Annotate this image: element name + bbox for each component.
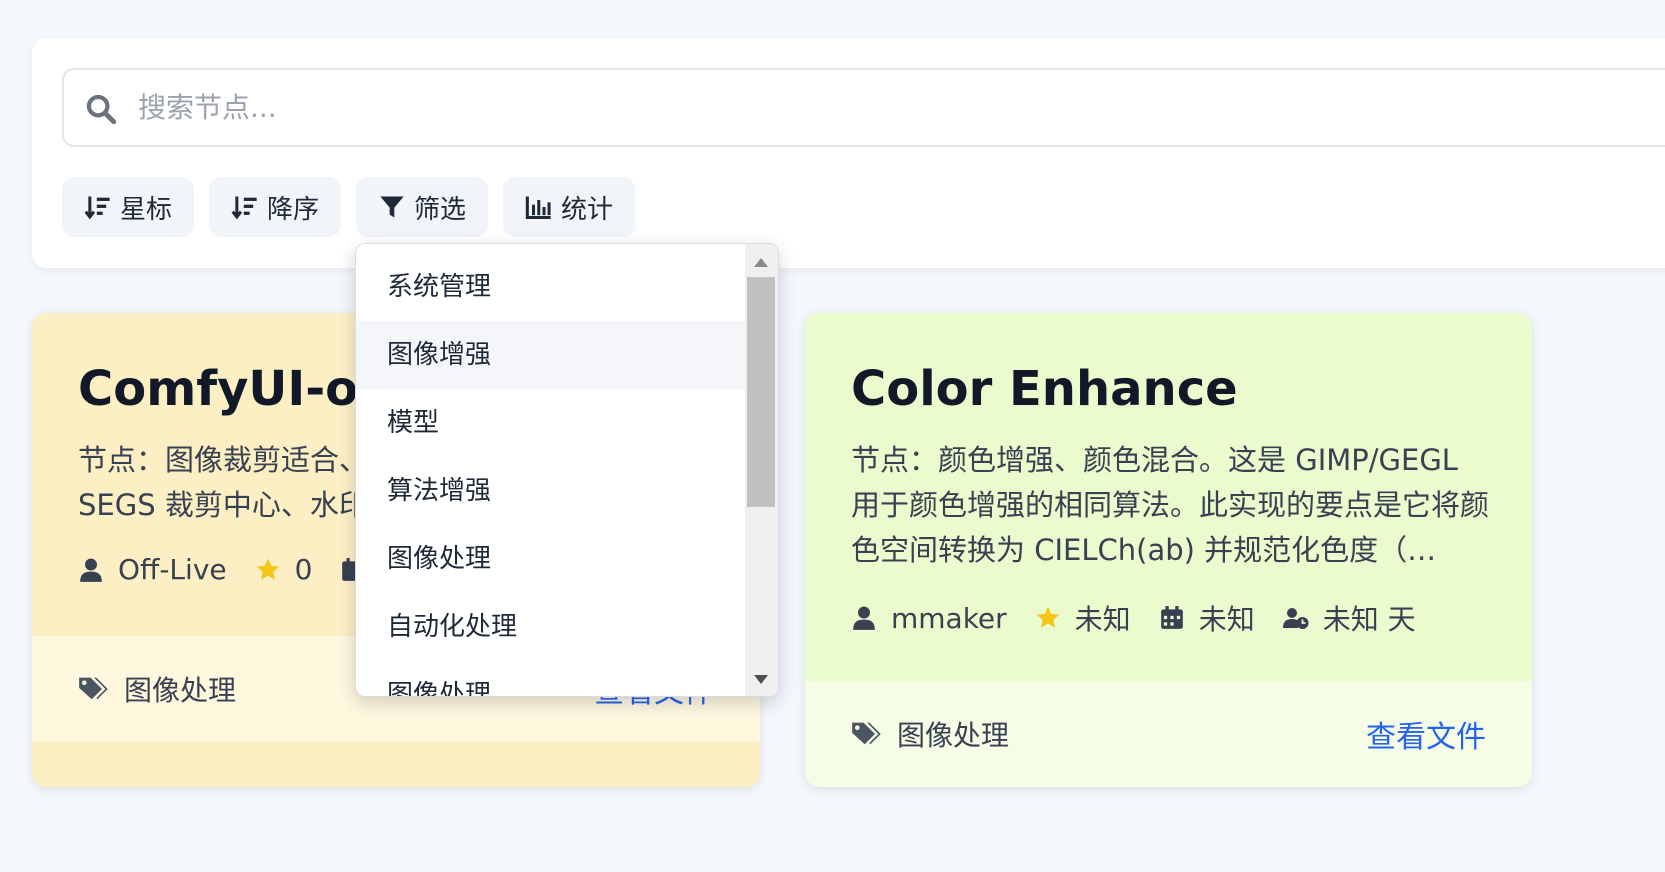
chart-icon [525, 196, 551, 220]
tag-label: 图像处理 [124, 674, 237, 707]
filter-label: 筛选 [413, 194, 466, 225]
user-clock-icon [1282, 608, 1309, 629]
dropdown-scrollbar[interactable] [745, 244, 778, 696]
filter-option[interactable]: 图像处理 [356, 525, 746, 593]
star-count-value: 0 [294, 553, 313, 586]
scroll-up-icon[interactable] [754, 258, 768, 267]
filter-option[interactable]: 自动化处理 [356, 593, 746, 661]
star-count: 未知 [1035, 598, 1131, 638]
card-title: ComfyUI-off [78, 361, 398, 417]
filter-button[interactable]: 筛选 [356, 177, 488, 237]
node-card[interactable]: Color Enhance 节点：颜色增强、颜色混合。这是 GIMP/GEGL … [805, 313, 1532, 787]
updated-date: 未知 [1159, 598, 1255, 638]
card-tag: 图像处理 [851, 714, 1009, 754]
stats-button[interactable]: 统计 [503, 177, 635, 237]
tags-icon [852, 722, 881, 745]
filter-option[interactable]: 系统管理 [356, 253, 746, 321]
author-name: mmaker [891, 601, 1007, 635]
card-description: 节点：颜色增强、颜色混合。这是 GIMP/GEGL 用于颜色增强的相同算法。此实… [851, 443, 1490, 567]
author: Off-Live [78, 553, 227, 586]
tags-icon [79, 677, 108, 700]
filter-option-selected[interactable]: 图像增强 [356, 321, 746, 389]
search-box[interactable] [62, 68, 1665, 147]
card-tag: 图像处理 [78, 669, 236, 709]
age: 未知 天 [1282, 598, 1416, 638]
star-count-value: 未知 [1074, 603, 1131, 636]
author: mmaker [851, 602, 1007, 635]
search-input[interactable] [138, 70, 1538, 145]
card-footer: 图像处理 查看文件 [805, 681, 1532, 787]
sort-icon [231, 196, 257, 220]
sort-order-button[interactable]: 降序 [209, 177, 341, 237]
sort-by-star-label: 星标 [119, 194, 172, 225]
calendar-icon [1160, 606, 1183, 629]
star-icon [256, 558, 279, 580]
scrollbar-thumb[interactable] [747, 277, 775, 507]
tag-label: 图像处理 [897, 719, 1010, 752]
age-value: 未知 天 [1322, 603, 1416, 636]
filter-option-list: 系统管理 图像增强 模型 算法增强 图像处理 自动化处理 图像处理 [356, 253, 746, 696]
search-icon [86, 94, 117, 125]
star-icon [1036, 606, 1059, 628]
filter-option[interactable]: 模型 [356, 389, 746, 457]
sort-by-star-button[interactable]: 星标 [62, 177, 194, 237]
filter-option[interactable]: 图像处理 [356, 661, 746, 696]
filter-dropdown[interactable]: 系统管理 图像增强 模型 算法增强 图像处理 自动化处理 图像处理 [355, 243, 779, 697]
search-toolbar-panel: 星标 降序 筛选 统计 [32, 38, 1665, 268]
card-meta: Off-Live 0 [78, 553, 394, 586]
author-name: Off-Live [118, 553, 227, 586]
sort-icon [84, 196, 110, 220]
card-title: Color Enhance [851, 361, 1238, 417]
filter-option[interactable]: 算法增强 [356, 457, 746, 525]
sort-order-label: 降序 [266, 194, 319, 225]
star-count: 0 [255, 553, 313, 586]
filter-icon [380, 196, 404, 218]
user-icon [853, 606, 875, 630]
updated-date-value: 未知 [1198, 603, 1255, 636]
view-file-link[interactable]: 查看文件 [1366, 712, 1486, 756]
stats-label: 统计 [560, 194, 613, 225]
user-icon [80, 558, 102, 582]
card-meta: mmaker 未知 未知 未知 天 [851, 598, 1444, 638]
scroll-down-icon[interactable] [754, 675, 768, 684]
